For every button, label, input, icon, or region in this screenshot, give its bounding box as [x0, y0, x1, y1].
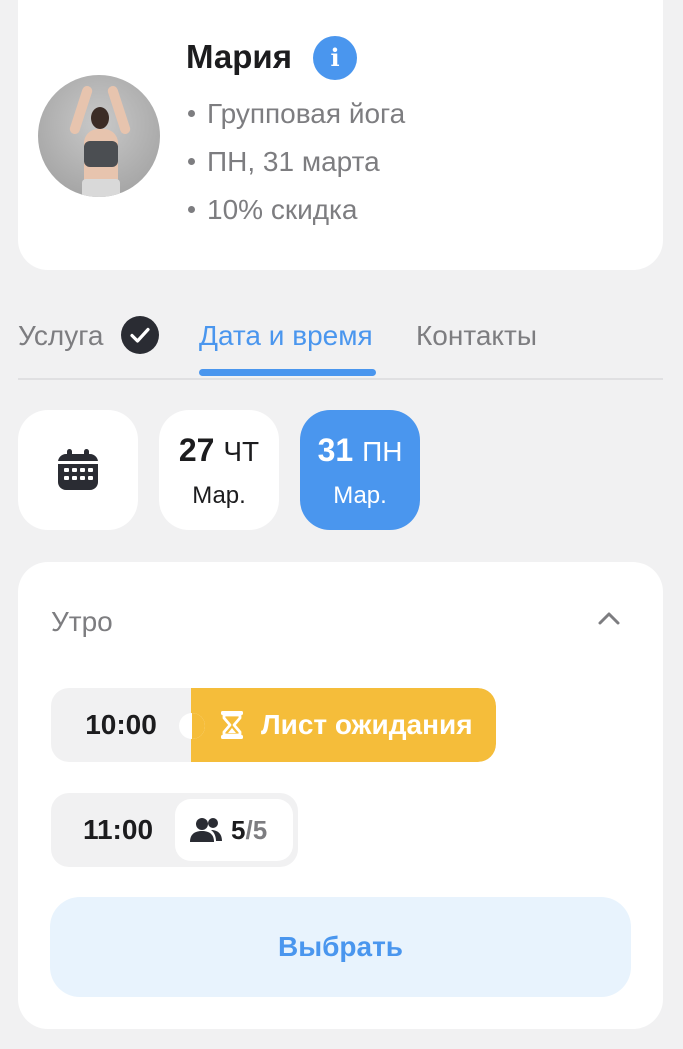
- section-title-morning: Утро: [51, 606, 113, 637]
- time-slot-10-00[interactable]: 10:00 Лист ожидания: [51, 688, 496, 762]
- slot-time: 11:00: [82, 814, 154, 845]
- trainer-avatar: [38, 75, 160, 197]
- check-circle-icon: [121, 316, 159, 354]
- detail-date: ПН, 31 марта: [188, 142, 405, 190]
- half-circle-icon: [179, 713, 205, 739]
- date-chip-month: Мар.: [333, 482, 387, 509]
- date-chip-31-selected[interactable]: 31 ПН Мар.: [300, 410, 420, 530]
- date-chip-month: Мар.: [192, 482, 246, 509]
- chevron-up-icon[interactable]: [594, 604, 624, 634]
- booking-steps-tabs: Услуга Дата и время Контакты: [18, 310, 663, 380]
- open-calendar-button[interactable]: [18, 410, 138, 530]
- date-chip-day: 31 ПН: [317, 432, 403, 468]
- detail-discount: 10% скидка: [188, 190, 405, 238]
- trainer-name: Мария: [186, 38, 292, 75]
- booking-details: Групповая йога ПН, 31 марта 10% скидка: [188, 94, 405, 238]
- slot-time: 10:00: [85, 709, 157, 740]
- detail-service: Групповая йога: [188, 94, 405, 142]
- tab-service[interactable]: Услуга: [18, 320, 103, 352]
- tab-contacts[interactable]: Контакты: [416, 320, 537, 352]
- info-icon[interactable]: i: [313, 36, 357, 80]
- date-chip-27[interactable]: 27 ЧТ Мар.: [159, 410, 279, 530]
- waitlist-label: Лист ожидания: [261, 709, 473, 740]
- tab-date-time[interactable]: Дата и время: [199, 320, 373, 352]
- capacity-count: 5/5: [231, 815, 268, 845]
- select-button[interactable]: Выбрать: [50, 897, 631, 997]
- date-chip-day: 27 ЧТ: [178, 432, 260, 468]
- trainer-card: Мария i Групповая йога ПН, 31 марта 10% …: [18, 0, 663, 270]
- calendar-icon: [58, 449, 98, 490]
- active-tab-indicator: [199, 369, 376, 376]
- hourglass-icon: [221, 711, 243, 739]
- capacity-badge: 5/5: [175, 799, 293, 861]
- waitlist-badge[interactable]: Лист ожидания: [179, 688, 496, 762]
- time-slot-11-00[interactable]: 11:00 5/5: [51, 793, 298, 867]
- people-icon: [190, 818, 222, 842]
- time-slots-card: Утро 10:00 Лист ожидания 11:00 5/5 Выбра…: [18, 562, 663, 1029]
